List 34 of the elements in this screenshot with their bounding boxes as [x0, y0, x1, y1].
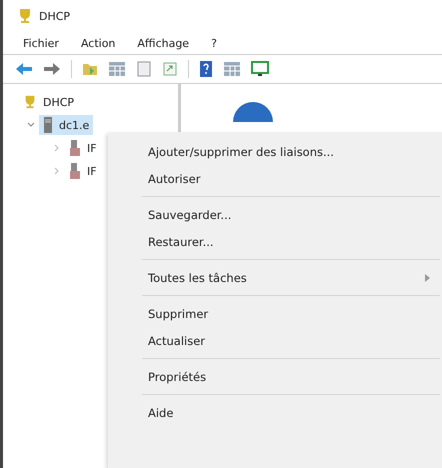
help-icon[interactable]	[199, 60, 213, 78]
menu-item[interactable]: Fichier	[23, 36, 59, 50]
monitor-icon[interactable]	[251, 61, 269, 77]
menu-item[interactable]: Actualiser	[108, 327, 442, 354]
tree-item[interactable]: IF	[65, 161, 101, 181]
submenu-arrow-icon	[425, 274, 430, 282]
trophy-icon	[17, 8, 33, 24]
tree-item[interactable]: DHCP	[19, 92, 78, 112]
menu-item[interactable]: Autoriser	[108, 165, 442, 192]
server-icon	[43, 117, 53, 133]
trophy-icon	[23, 95, 37, 109]
menu-item[interactable]: Affichage	[137, 36, 190, 50]
menu-item[interactable]: Aide	[108, 399, 442, 426]
info-icon	[233, 102, 273, 122]
menu-item[interactable]: Ajouter/supprimer des liaisons...	[108, 138, 442, 165]
grid-icon[interactable]	[223, 61, 241, 77]
window-title: DHCP	[39, 10, 70, 22]
menu-item[interactable]: Propriétés	[108, 363, 442, 390]
folder-icon[interactable]	[82, 61, 98, 77]
tree-item[interactable]: dc1.e	[39, 115, 94, 135]
menu-item[interactable]: ?	[211, 36, 217, 50]
menu-item[interactable]: Supprimer	[108, 300, 442, 327]
tree-item[interactable]: IF	[65, 138, 101, 158]
menu-item[interactable]: Sauvegarder...	[108, 201, 442, 228]
scope-icon	[69, 163, 81, 179]
back-arrow-icon[interactable]	[15, 62, 33, 76]
menu-item[interactable]: Toutes les tâches	[108, 264, 442, 291]
scope-icon	[69, 140, 81, 156]
menu-item[interactable]: Action	[80, 36, 116, 50]
forward-arrow-icon[interactable]	[43, 62, 61, 76]
grid-icon[interactable]	[108, 61, 126, 77]
page-icon[interactable]	[136, 61, 152, 77]
menu-item[interactable]: Restaurer...	[108, 228, 442, 255]
export-icon[interactable]	[162, 61, 178, 77]
